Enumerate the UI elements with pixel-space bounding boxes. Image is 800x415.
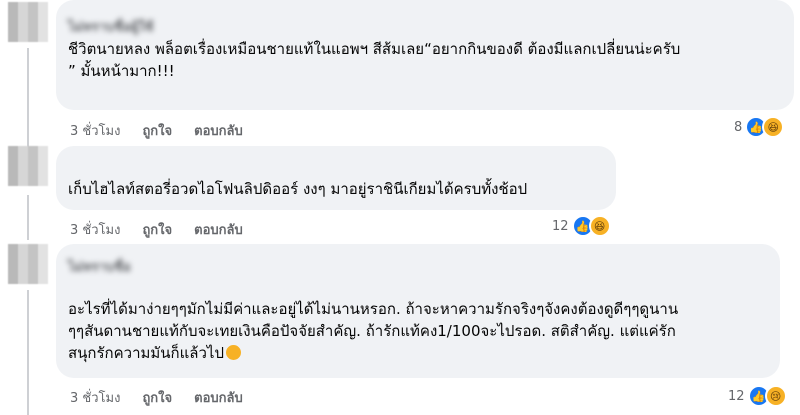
sad-icon: 😢 (764, 385, 787, 407)
comment-text-body: อะไรที่ได้มาง่ายๆๆมักไม่มีค่าและอยู่ได้ไ… (68, 300, 679, 362)
thread-line (27, 48, 29, 148)
comment-actions: 3 ชั่วโมง ถูกใจ ตอบกลับ (70, 120, 243, 141)
comment-timestamp[interactable]: 3 ชั่วโมง (70, 387, 120, 408)
thread-line (27, 290, 29, 415)
avatar[interactable] (8, 2, 48, 42)
like-button[interactable]: ถูกใจ (142, 120, 172, 141)
comment-actions: 3 ชั่วโมง ถูกใจ ตอบกลับ (70, 387, 243, 408)
reaction-summary[interactable]: 12 👍 😢 (728, 385, 787, 407)
comment-text: เก็บไฮไลท์สตอรี่อวดไอโฟนลิปดิออร์ งงๆ มา… (68, 180, 528, 198)
thread-line (27, 195, 29, 240)
reply-button[interactable]: ตอบกลับ (194, 219, 243, 240)
comment-text: อะไรที่ได้มาง่ายๆๆมักไม่มีค่าและอยู่ได้ไ… (68, 298, 768, 364)
reply-button[interactable]: ตอบกลับ (194, 387, 243, 408)
laugh-icon: 😆 (762, 116, 785, 138)
reaction-count: 8 (734, 119, 743, 135)
like-button[interactable]: ถูกใจ (142, 219, 172, 240)
comment-author[interactable]: ไม่ทราบชื่อ (68, 256, 148, 275)
reaction-summary[interactable]: 8 👍 😆 (734, 116, 785, 138)
comment-actions: 3 ชั่วโมง ถูกใจ ตอบกลับ (70, 219, 243, 240)
reaction-count: 12 (552, 218, 569, 234)
reply-button[interactable]: ตอบกลับ (194, 120, 243, 141)
comment-timestamp[interactable]: 3 ชั่วโมง (70, 120, 120, 141)
avatar[interactable] (8, 244, 48, 284)
comment-text: ชีวิตนายหลง พล็อตเรื่องเหมือนชายแท้ในแอพ… (68, 40, 681, 80)
comment-author[interactable]: ไม่ทราบชื่อผู้ใช้ (68, 16, 154, 35)
comment-bubble: ไม่ทราบชื่อ อะไรที่ได้มาง่ายๆๆมักไม่มีค่… (56, 244, 780, 378)
avatar[interactable] (8, 146, 48, 186)
comment-timestamp[interactable]: 3 ชั่วโมง (70, 219, 120, 240)
reaction-count: 12 (728, 388, 745, 404)
comment-bubble: เก็บไฮไลท์สตอรี่อวดไอโฟนลิปดิออร์ งงๆ มา… (56, 146, 616, 210)
laugh-icon (225, 345, 241, 360)
like-button[interactable]: ถูกใจ (142, 387, 172, 408)
comment-bubble: ไม่ทราบชื่อผู้ใช้ ชีวิตนายหลง พล็อตเรื่อ… (56, 0, 794, 110)
laugh-icon: 😆 (588, 215, 611, 237)
reaction-summary[interactable]: 12 👍 😆 (552, 215, 611, 237)
